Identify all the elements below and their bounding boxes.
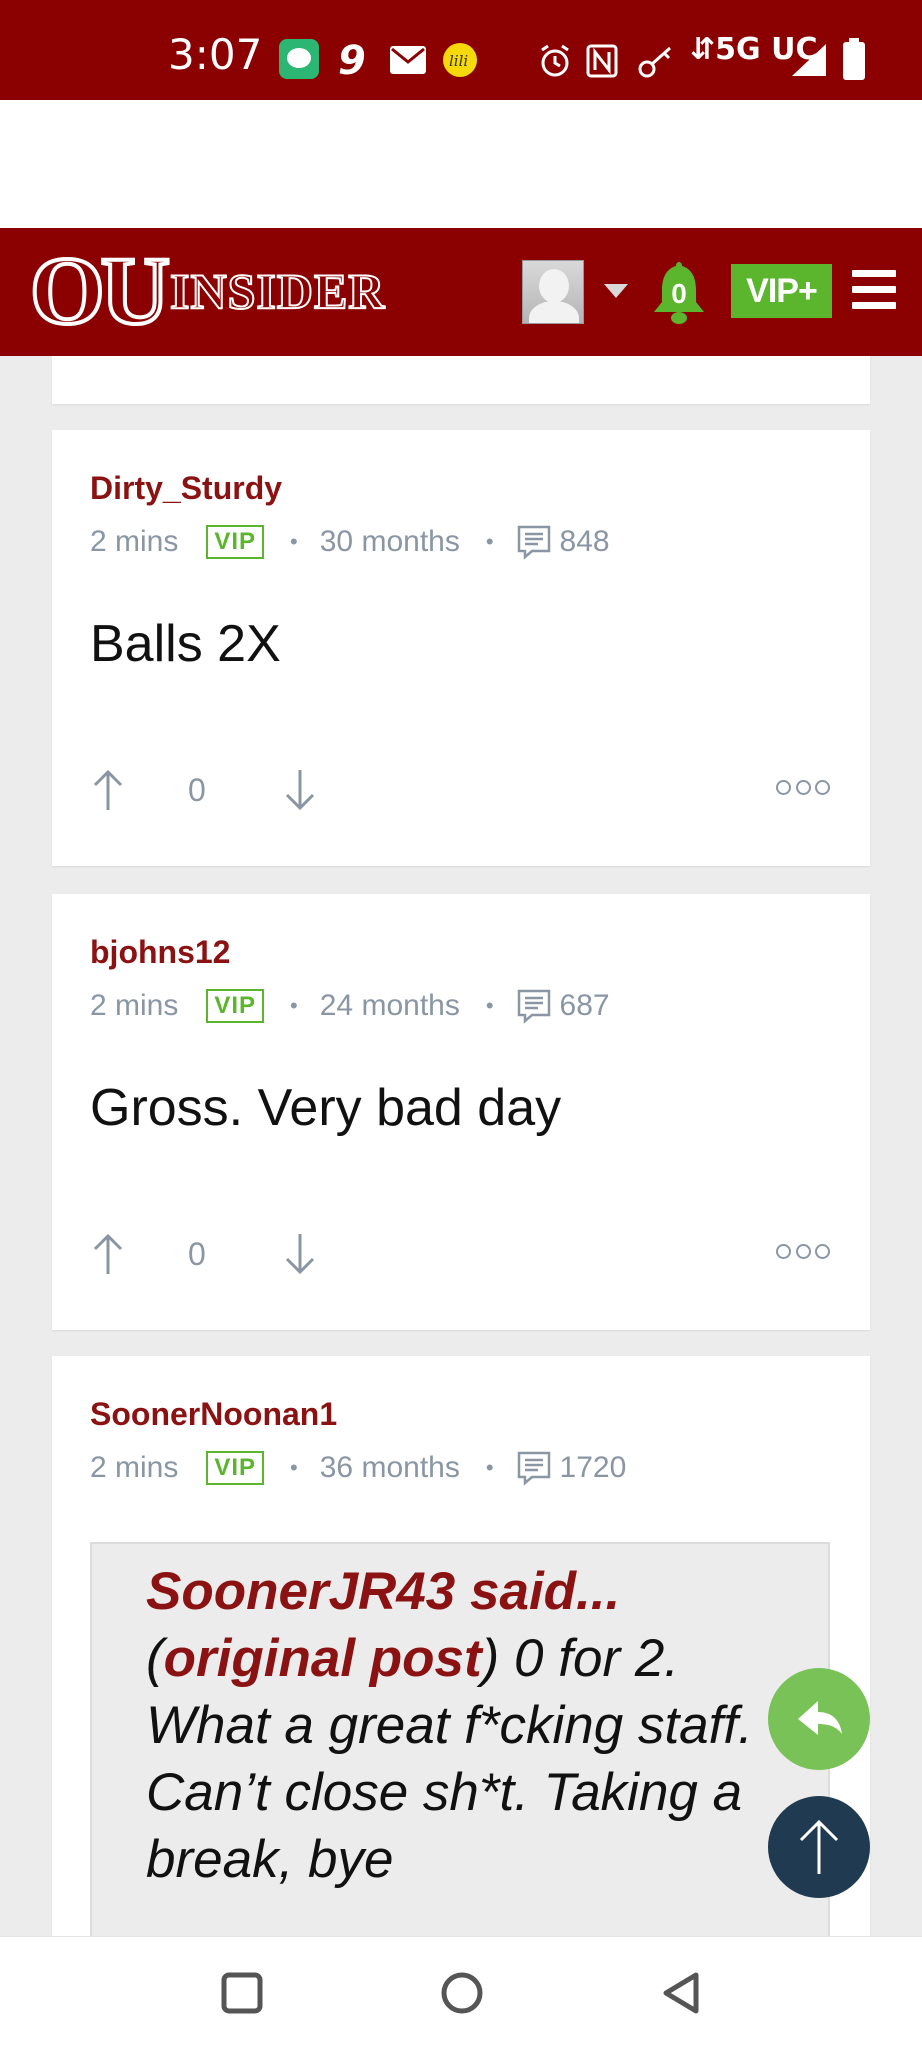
status-time: 3:07	[168, 30, 263, 79]
downvote-arrow-icon[interactable]	[284, 768, 316, 812]
post-meta: 2 mins VIP • 36 months • 1720	[90, 1448, 626, 1488]
message-count-icon	[517, 1451, 550, 1486]
lili-icon: lili	[443, 43, 477, 77]
post-username[interactable]: SoonerNoonan1	[90, 1396, 337, 1433]
arrow-up-icon	[799, 1819, 839, 1874]
upvote-arrow-icon[interactable]	[92, 1232, 124, 1276]
post-count: 1720	[559, 1451, 627, 1484]
post-meta: 2 mins VIP • 24 months • 687	[90, 986, 610, 1026]
post-body: Balls 2X	[90, 615, 281, 673]
member-tenure: 24 months	[319, 989, 460, 1022]
previous-post-card	[52, 356, 870, 404]
post-count: 687	[559, 989, 610, 1022]
back-icon[interactable]	[654, 1965, 710, 2021]
vip-plus-button[interactable]: VIP+	[731, 264, 832, 318]
svg-text:9: 9	[338, 38, 366, 80]
battery-icon	[843, 38, 865, 80]
gmail-icon	[390, 46, 426, 74]
post-card: bjohns12 2 mins VIP • 24 months • 687 Gr…	[52, 894, 870, 1330]
home-icon[interactable]	[434, 1965, 490, 2021]
quoted-post: SoonerJR43 said... (original post) 0 for …	[90, 1542, 830, 1962]
nfc-icon	[586, 44, 618, 78]
member-tenure: 36 months	[319, 1451, 460, 1484]
message-count-icon	[517, 989, 550, 1024]
member-tenure: 30 months	[319, 525, 460, 558]
separator-dot: •	[485, 529, 494, 554]
separator-dot: •	[485, 1455, 494, 1480]
post-card: SoonerNoonan1 2 mins VIP • 36 months • 1…	[52, 1356, 870, 1996]
reply-icon	[798, 1701, 842, 1735]
more-options-icon[interactable]	[776, 780, 830, 798]
message-count-icon	[517, 525, 550, 560]
post-count: 848	[559, 525, 610, 558]
vote-count: 0	[188, 772, 206, 808]
chevron-down-icon[interactable]	[604, 284, 628, 298]
post-time: 2 mins	[90, 525, 179, 558]
nine-icon: 9	[338, 38, 366, 80]
logo-ou-text: OU	[28, 237, 172, 344]
recent-apps-icon[interactable]	[214, 1965, 270, 2021]
screen: 3:07 9 lili ⇵5G UC OU INSIDER 0 VIP+ Dir…	[0, 0, 922, 2048]
post-username[interactable]: bjohns12	[90, 934, 230, 971]
post-username[interactable]: Dirty_Sturdy	[90, 470, 282, 507]
original-post-link[interactable]: original post	[164, 1629, 482, 1688]
svg-text:lili: lili	[449, 52, 468, 70]
vip-badge: VIP	[206, 525, 265, 559]
messages-icon	[279, 39, 319, 79]
separator-dot: •	[290, 1455, 298, 1480]
post-meta: 2 mins VIP • 30 months • 848	[90, 522, 610, 562]
vote-count: 0	[188, 1236, 206, 1272]
site-logo[interactable]: OU INSIDER	[28, 237, 386, 344]
post-time: 2 mins	[90, 989, 179, 1022]
site-header: OU INSIDER 0 VIP+	[0, 228, 922, 356]
key-icon	[638, 46, 671, 78]
alarm-icon	[541, 44, 569, 77]
post-card: Dirty_Sturdy 2 mins VIP • 30 months • 84…	[52, 430, 870, 866]
notification-count: 0	[671, 278, 687, 309]
user-avatar[interactable]	[522, 260, 584, 324]
downvote-arrow-icon[interactable]	[284, 1232, 316, 1276]
system-nav-bar	[0, 1936, 922, 2048]
reply-button[interactable]	[768, 1668, 870, 1770]
post-body: Gross. Very bad day	[90, 1079, 562, 1137]
menu-icon[interactable]	[852, 270, 896, 310]
logo-insider-text: INSIDER	[169, 262, 386, 320]
status-bar: 3:07 9 lili ⇵5G UC	[0, 0, 922, 100]
post-time: 2 mins	[90, 1451, 179, 1484]
browser-spacer	[0, 100, 922, 228]
separator-dot: •	[290, 993, 298, 1018]
notifications-bell[interactable]: 0	[650, 258, 708, 328]
quote-author: SoonerJR43 said...	[146, 1562, 621, 1621]
upvote-arrow-icon[interactable]	[92, 768, 124, 812]
signal-icon	[792, 44, 826, 76]
separator-dot: •	[290, 529, 298, 554]
scroll-to-top-button[interactable]	[768, 1796, 870, 1898]
vip-badge: VIP	[206, 989, 265, 1023]
more-options-icon[interactable]	[776, 1244, 830, 1262]
vip-badge: VIP	[206, 1451, 265, 1485]
separator-dot: •	[485, 993, 494, 1018]
